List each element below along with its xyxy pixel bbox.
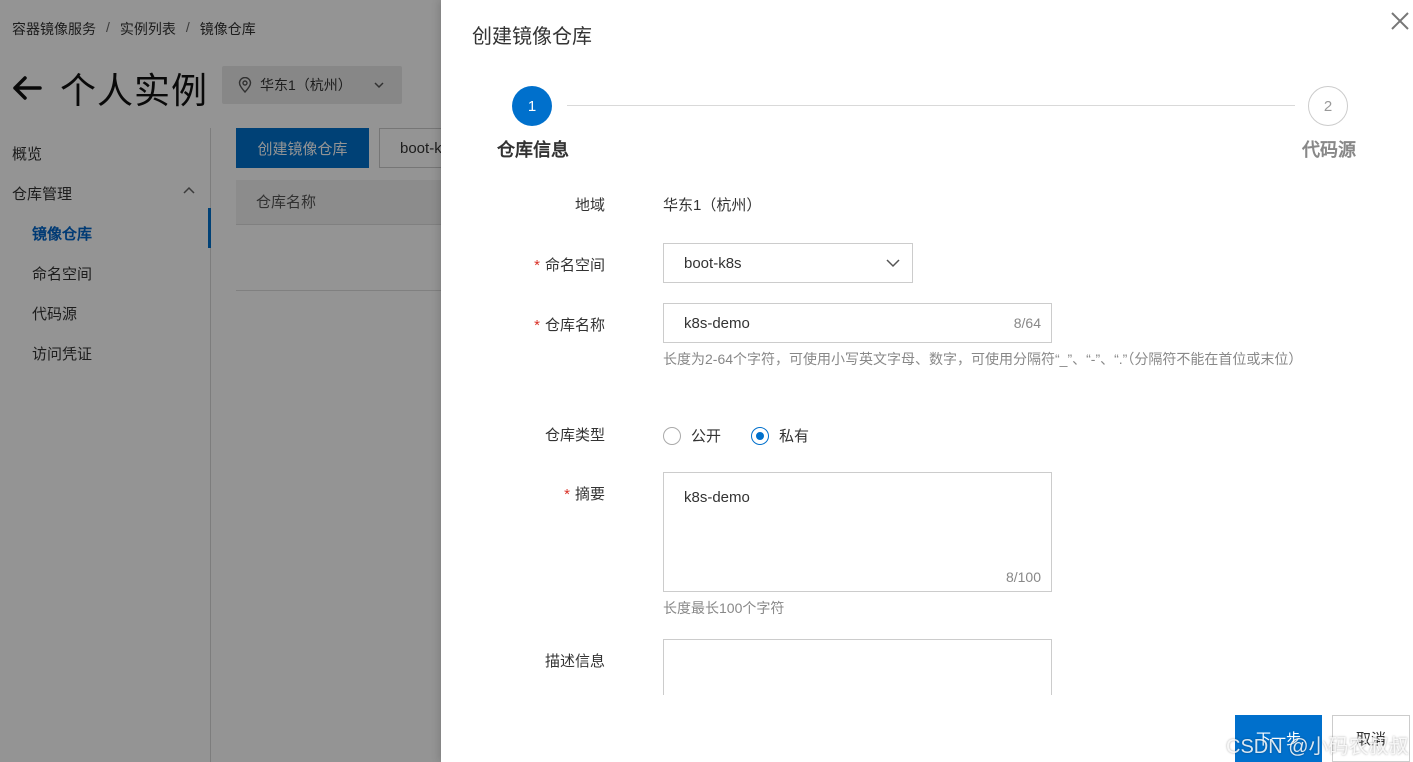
required-mark: * (534, 257, 540, 274)
repo-type-label: 仓库类型 (465, 424, 605, 445)
csdn-watermark: CSDN @小码农叔叔 (1226, 736, 1409, 758)
repo-type-label-text: 仓库类型 (544, 427, 605, 444)
required-mark: * (564, 486, 570, 503)
repo-type-private-option[interactable]: 私有 (751, 425, 809, 446)
summary-char-counter: 8/100 (1005, 569, 1041, 585)
radio-private[interactable] (751, 426, 770, 445)
namespace-select[interactable]: boot-k8s (663, 243, 913, 283)
repo-name-input-value: k8s-demo (684, 314, 750, 332)
region-label: 地域 (465, 194, 605, 215)
required-mark: * (534, 317, 540, 334)
drawer-title: 创建镜像仓库 (472, 26, 592, 48)
region-label-text: 地域 (574, 197, 605, 214)
namespace-select-value: boot-k8s (684, 254, 742, 272)
repo-name-label: * 仓库名称 (465, 314, 605, 335)
summary-label: * 摘要 (465, 483, 605, 504)
summary-textarea-value: k8s-demo (684, 489, 750, 506)
namespace-label-text: 命名空间 (544, 257, 605, 274)
repo-type-public-option[interactable]: 公开 (663, 425, 721, 446)
repo-type-private-label: 私有 (779, 428, 810, 445)
step-connector-line (567, 105, 1295, 106)
step-2-label: 代码源 (1302, 140, 1356, 160)
summary-help-text: 长度最长100个字符 (663, 600, 785, 616)
namespace-label: * 命名空间 (465, 254, 605, 275)
create-repo-drawer: 创建镜像仓库 1 2 仓库信息 代码源 地域 华东1（杭州） * 命名空间 boo… (441, 0, 1413, 762)
description-label: 描述信息 (465, 650, 605, 671)
repo-name-input[interactable]: k8s-demo 8/64 (663, 303, 1052, 343)
region-value: 华东1（杭州） (663, 197, 762, 214)
close-icon[interactable] (1389, 10, 1411, 32)
repo-name-char-counter: 8/64 (1013, 315, 1041, 331)
repo-type-radio-group: 公开 私有 (663, 425, 839, 446)
chevron-down-icon (886, 259, 900, 268)
step-2-indicator: 2 (1308, 86, 1348, 126)
description-label-text: 描述信息 (544, 653, 605, 670)
repo-type-public-label: 公开 (691, 428, 722, 445)
step-1-indicator: 1 (512, 86, 552, 126)
step-1-label: 仓库信息 (497, 140, 569, 160)
summary-label-text: 摘要 (574, 486, 605, 503)
description-textarea[interactable] (663, 639, 1052, 695)
radio-public[interactable] (663, 426, 681, 445)
repo-name-label-text: 仓库名称 (544, 317, 605, 334)
repo-name-help-text: 长度为2-64个字符，可使用小写英文字母、数字，可使用分隔符“_”、“-”、“.… (663, 351, 1303, 367)
summary-textarea[interactable]: k8s-demo 8/100 (663, 472, 1052, 592)
